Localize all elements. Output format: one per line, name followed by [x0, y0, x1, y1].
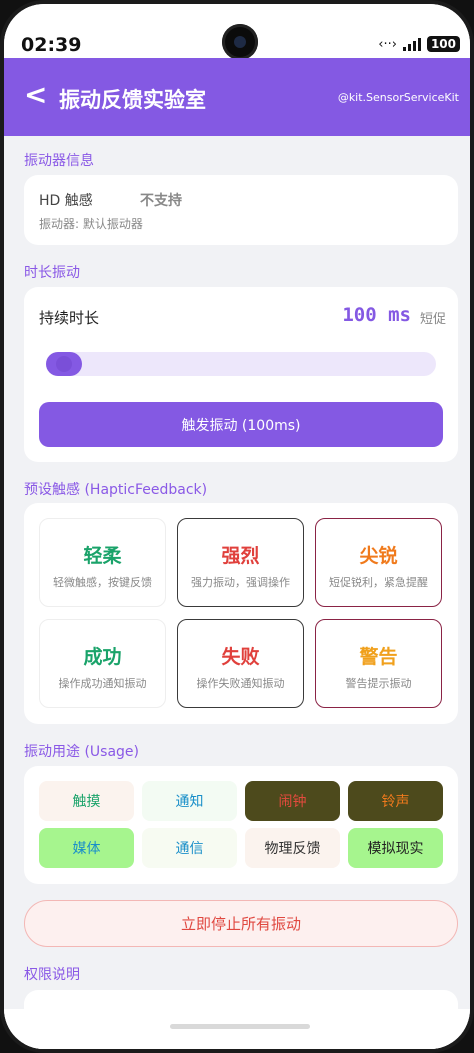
section-title-usage: 振动用途 (Usage): [24, 744, 139, 760]
haptic-tile-description: 操作失败通知振动: [196, 677, 285, 690]
haptic-tile-title: 强烈: [221, 545, 260, 567]
haptic-tile-description: 短促锐利，紧急提醒: [329, 576, 428, 589]
haptic-tile[interactable]: 成功操作成功通知振动: [39, 619, 166, 708]
haptic-tile-description: 强力振动，强调操作: [191, 576, 290, 589]
front-camera: [222, 24, 258, 60]
duration-slider[interactable]: [46, 352, 436, 376]
battery-icon: 100: [426, 36, 460, 52]
haptic-tile[interactable]: 强烈强力振动，强调操作: [177, 518, 304, 607]
haptic-tile-title: 成功: [83, 646, 122, 668]
hd-haptic-value: 不支持: [140, 193, 182, 209]
signal-icon: [402, 37, 421, 51]
device-frame: 02:39 ‹··› 100 < 振动反馈实验室 @kit.SensorServ…: [0, 0, 474, 1053]
vibrator-name: 振动器: 默认振动器: [39, 217, 143, 231]
status-bar: 02:39 ‹··› 100: [4, 4, 470, 60]
haptic-tile[interactable]: 轻柔轻微触感，按键反馈: [39, 518, 166, 607]
usage-chip[interactable]: 铃声: [348, 781, 443, 821]
section-title-haptic: 预设触感 (HapticFeedback): [24, 482, 208, 498]
section-title-vibrator-info: 振动器信息: [24, 153, 94, 169]
duration-hint: 短促: [419, 312, 446, 327]
section-title-permissions: 权限说明: [24, 967, 80, 983]
data-transfer-icon: ‹··›: [378, 36, 397, 52]
section-title-duration: 时长振动: [24, 265, 80, 281]
haptic-tile-title: 轻柔: [83, 545, 122, 567]
haptic-tile-title: 失败: [221, 646, 260, 668]
duration-slider-handle[interactable]: [56, 356, 72, 372]
back-arrow-icon[interactable]: <: [24, 80, 47, 110]
screen: 02:39 ‹··› 100 < 振动反馈实验室 @kit.SensorServ…: [4, 4, 470, 1049]
usage-chip[interactable]: 媒体: [39, 828, 134, 868]
duration-label: 持续时长: [39, 309, 100, 327]
usage-card: 触摸 通知 闹钟 铃声媒体 通信 物理反馈 模拟现实: [24, 766, 458, 884]
hd-haptic-label: HD 触感: [39, 193, 93, 209]
usage-chip[interactable]: 触摸: [39, 781, 134, 821]
haptic-tile-description: 轻微触感，按键反馈: [53, 576, 152, 589]
duration-card: 持续时长 100 ms 短促 触发振动 (100ms): [24, 287, 458, 462]
status-icons: ‹··› 100: [378, 36, 460, 52]
usage-chip[interactable]: 模拟现实: [348, 828, 443, 868]
duration-value: 100 ms: [342, 304, 411, 326]
haptic-tile[interactable]: 失败操作失败通知振动: [177, 619, 304, 708]
stop-all-vibration-button[interactable]: 立即停止所有振动: [24, 900, 458, 947]
vibrator-info-card: HD 触感 不支持 振动器: 默认振动器: [24, 175, 458, 245]
haptic-tile[interactable]: 警告 警告提示振动: [315, 619, 442, 708]
status-time: 02:39: [21, 34, 82, 56]
haptic-card: 轻柔 轻微触感，按键反馈 强烈 强力振动，强调操作 尖锐 短促锐利，紧急提醒 成功 操作成功通…: [24, 503, 458, 724]
bottom-bar: [4, 1009, 470, 1049]
trigger-vibration-button[interactable]: 触发振动 (100ms): [39, 402, 443, 447]
app-header: < 振动反馈实验室 @kit.SensorServiceKit: [4, 58, 470, 136]
home-indicator[interactable]: [170, 1024, 310, 1029]
page-title: 振动反馈实验室: [59, 88, 206, 112]
usage-chip[interactable]: 物理反馈: [245, 828, 340, 868]
usage-chip[interactable]: 通信: [142, 828, 237, 868]
usage-chip[interactable]: 闹钟: [245, 781, 340, 821]
haptic-tile[interactable]: 尖锐短促锐利，紧急提醒: [315, 518, 442, 607]
kit-label: @kit.SensorServiceKit: [337, 91, 459, 104]
haptic-tile-description: 操作成功通知振动: [58, 677, 147, 690]
haptic-tile-title: 警告: [359, 646, 398, 668]
haptic-tile-description: 警告提示振动: [345, 677, 412, 690]
haptic-tile-title: 尖锐: [359, 545, 398, 567]
usage-chip[interactable]: 通知: [142, 781, 237, 821]
